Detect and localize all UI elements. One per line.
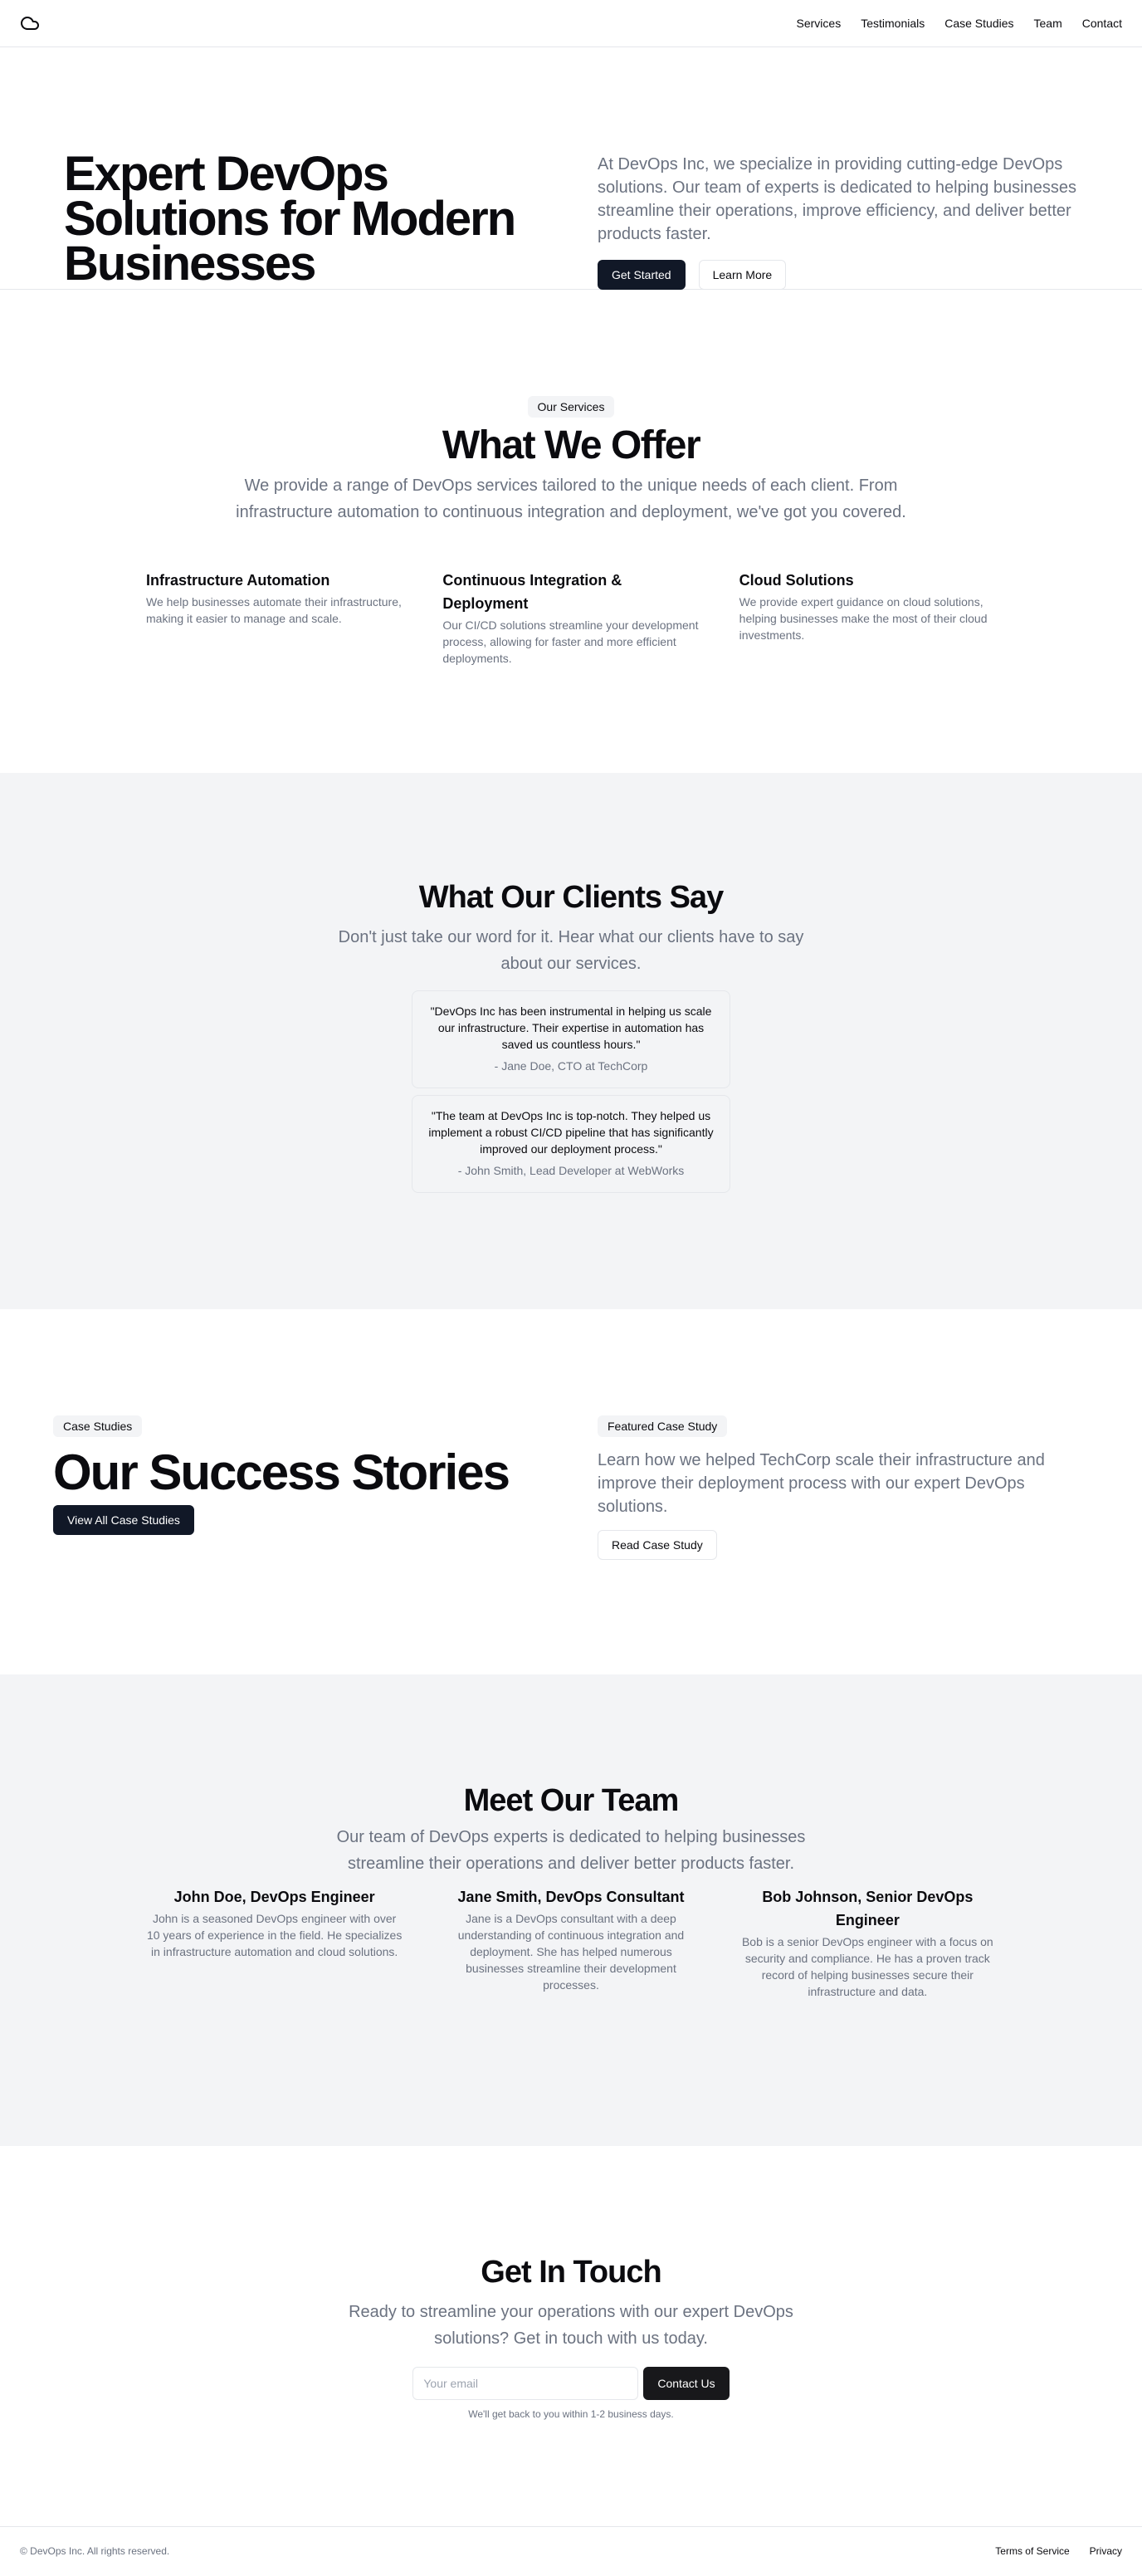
case-studies-title: Our Success Stories bbox=[53, 1444, 510, 1500]
services-badge: Our Services bbox=[527, 396, 615, 418]
email-field[interactable] bbox=[412, 2367, 639, 2400]
team-member-card: John Doe, DevOps Engineer John is a seas… bbox=[146, 1885, 403, 2000]
logo-link[interactable] bbox=[20, 13, 40, 33]
testimonial-author: - John Smith, Lead Developer at WebWorks bbox=[457, 1164, 685, 1177]
contact-title: Get In Touch bbox=[481, 2255, 661, 2290]
testimonial-card: "DevOps Inc has been instrumental in hel… bbox=[412, 990, 730, 1088]
service-title: Infrastructure Automation bbox=[146, 572, 330, 589]
case-studies-section: Case Studies Our Success Stories View Al… bbox=[0, 1309, 1142, 1674]
copyright-text: © DevOps Inc. All rights reserved. bbox=[20, 2544, 170, 2557]
footer-links: Terms of Service Privacy bbox=[995, 2545, 1122, 2557]
testimonial-quote: "The team at DevOps Inc is top-notch. Th… bbox=[428, 1109, 714, 1156]
team-title: Meet Our Team bbox=[463, 1783, 680, 1818]
team-member-bio: John is a seasoned DevOps engineer with … bbox=[146, 1912, 403, 1958]
contact-note: We'll get back to you within 1-2 busines… bbox=[468, 2408, 674, 2420]
contact-us-button[interactable]: Contact Us bbox=[643, 2367, 730, 2400]
nav-links: Services Testimonials Case Studies Team … bbox=[797, 17, 1122, 30]
team-member-name: John Doe, DevOps Engineer bbox=[173, 1889, 375, 1905]
team-lead: Our team of DevOps experts is dedicated … bbox=[336, 1828, 806, 1873]
get-started-button[interactable]: Get Started bbox=[598, 260, 686, 290]
featured-case-study-badge: Featured Case Study bbox=[598, 1415, 728, 1437]
nav-link-team[interactable]: Team bbox=[1034, 17, 1062, 30]
services-grid: Infrastructure Automation We help busine… bbox=[146, 569, 996, 667]
team-member-bio: Jane is a DevOps consultant with a deep … bbox=[457, 1912, 685, 1992]
testimonial-card: "The team at DevOps Inc is top-notch. Th… bbox=[412, 1095, 730, 1193]
contact-section: Get In Touch Ready to streamline your op… bbox=[0, 2146, 1142, 2526]
services-title: What We Offer bbox=[442, 423, 701, 467]
testimonials-lead: Don't just take our word for it. Hear wh… bbox=[338, 928, 804, 973]
featured-case-study-text: Learn how we helped TechCorp scale their… bbox=[598, 1451, 1045, 1516]
testimonial-author: - Jane Doe, CTO at TechCorp bbox=[494, 1059, 648, 1073]
services-section: Our Services What We Offer We provide a … bbox=[0, 290, 1142, 773]
team-member-bio: Bob is a senior DevOps engineer with a f… bbox=[741, 1935, 993, 1998]
hero-title: Expert DevOps Solutions for Modern Busin… bbox=[64, 147, 516, 291]
service-text: Our CI/CD solutions streamline your deve… bbox=[442, 618, 699, 665]
nav-link-case-studies[interactable]: Case Studies bbox=[944, 17, 1013, 30]
team-member-card: Bob Johnson, Senior DevOps Engineer Bob … bbox=[739, 1885, 996, 2000]
service-title: Cloud Solutions bbox=[739, 572, 854, 589]
team-section: Meet Our Team Our team of DevOps experts… bbox=[0, 1674, 1142, 2146]
testimonials-section: What Our Clients Say Don't just take our… bbox=[0, 773, 1142, 1309]
case-studies-badge: Case Studies bbox=[53, 1415, 143, 1437]
services-lead: We provide a range of DevOps services ta… bbox=[236, 477, 906, 521]
case-studies-intro: Case Studies Our Success Stories View Al… bbox=[53, 1415, 510, 1535]
learn-more-button[interactable]: Learn More bbox=[698, 260, 787, 290]
testimonials-title: What Our Clients Say bbox=[418, 880, 724, 915]
footer: © DevOps Inc. All rights reserved. Terms… bbox=[0, 2526, 1142, 2574]
privacy-link[interactable]: Privacy bbox=[1090, 2545, 1122, 2557]
team-member-card: Jane Smith, DevOps Consultant Jane is a … bbox=[442, 1885, 699, 2000]
service-card: Continuous Integration & Deployment Our … bbox=[442, 569, 699, 667]
hero-section: Expert DevOps Solutions for Modern Busin… bbox=[0, 47, 1142, 290]
top-nav: Services Testimonials Case Studies Team … bbox=[0, 0, 1142, 47]
team-grid: John Doe, DevOps Engineer John is a seas… bbox=[146, 1885, 996, 2000]
cloud-icon bbox=[21, 17, 39, 30]
nav-link-contact[interactable]: Contact bbox=[1082, 17, 1122, 30]
read-case-study-button[interactable]: Read Case Study bbox=[598, 1530, 717, 1560]
nav-link-services[interactable]: Services bbox=[797, 17, 842, 30]
service-card: Cloud Solutions We provide expert guidan… bbox=[739, 569, 996, 667]
hero-description: At DevOps Inc, we specialize in providin… bbox=[598, 155, 1076, 243]
team-member-name: Bob Johnson, Senior DevOps Engineer bbox=[762, 1889, 974, 1928]
contact-lead: Ready to streamline your operations with… bbox=[349, 2303, 793, 2348]
service-text: We provide expert guidance on cloud solu… bbox=[739, 595, 988, 642]
testimonial-quote: "DevOps Inc has been instrumental in hel… bbox=[430, 1004, 712, 1051]
service-text: We help businesses automate their infras… bbox=[146, 595, 402, 625]
nav-link-testimonials[interactable]: Testimonials bbox=[861, 17, 925, 30]
terms-of-service-link[interactable]: Terms of Service bbox=[995, 2545, 1069, 2557]
contact-form: Contact Us bbox=[0, 2367, 1142, 2400]
service-title: Continuous Integration & Deployment bbox=[442, 572, 622, 612]
service-card: Infrastructure Automation We help busine… bbox=[146, 569, 403, 667]
view-all-case-studies-button[interactable]: View All Case Studies bbox=[53, 1505, 194, 1535]
featured-case-study: Featured Case Study Learn how we helped … bbox=[598, 1415, 1096, 1560]
hero-actions: Get Started Learn More bbox=[598, 260, 787, 290]
team-member-name: Jane Smith, DevOps Consultant bbox=[457, 1889, 685, 1905]
